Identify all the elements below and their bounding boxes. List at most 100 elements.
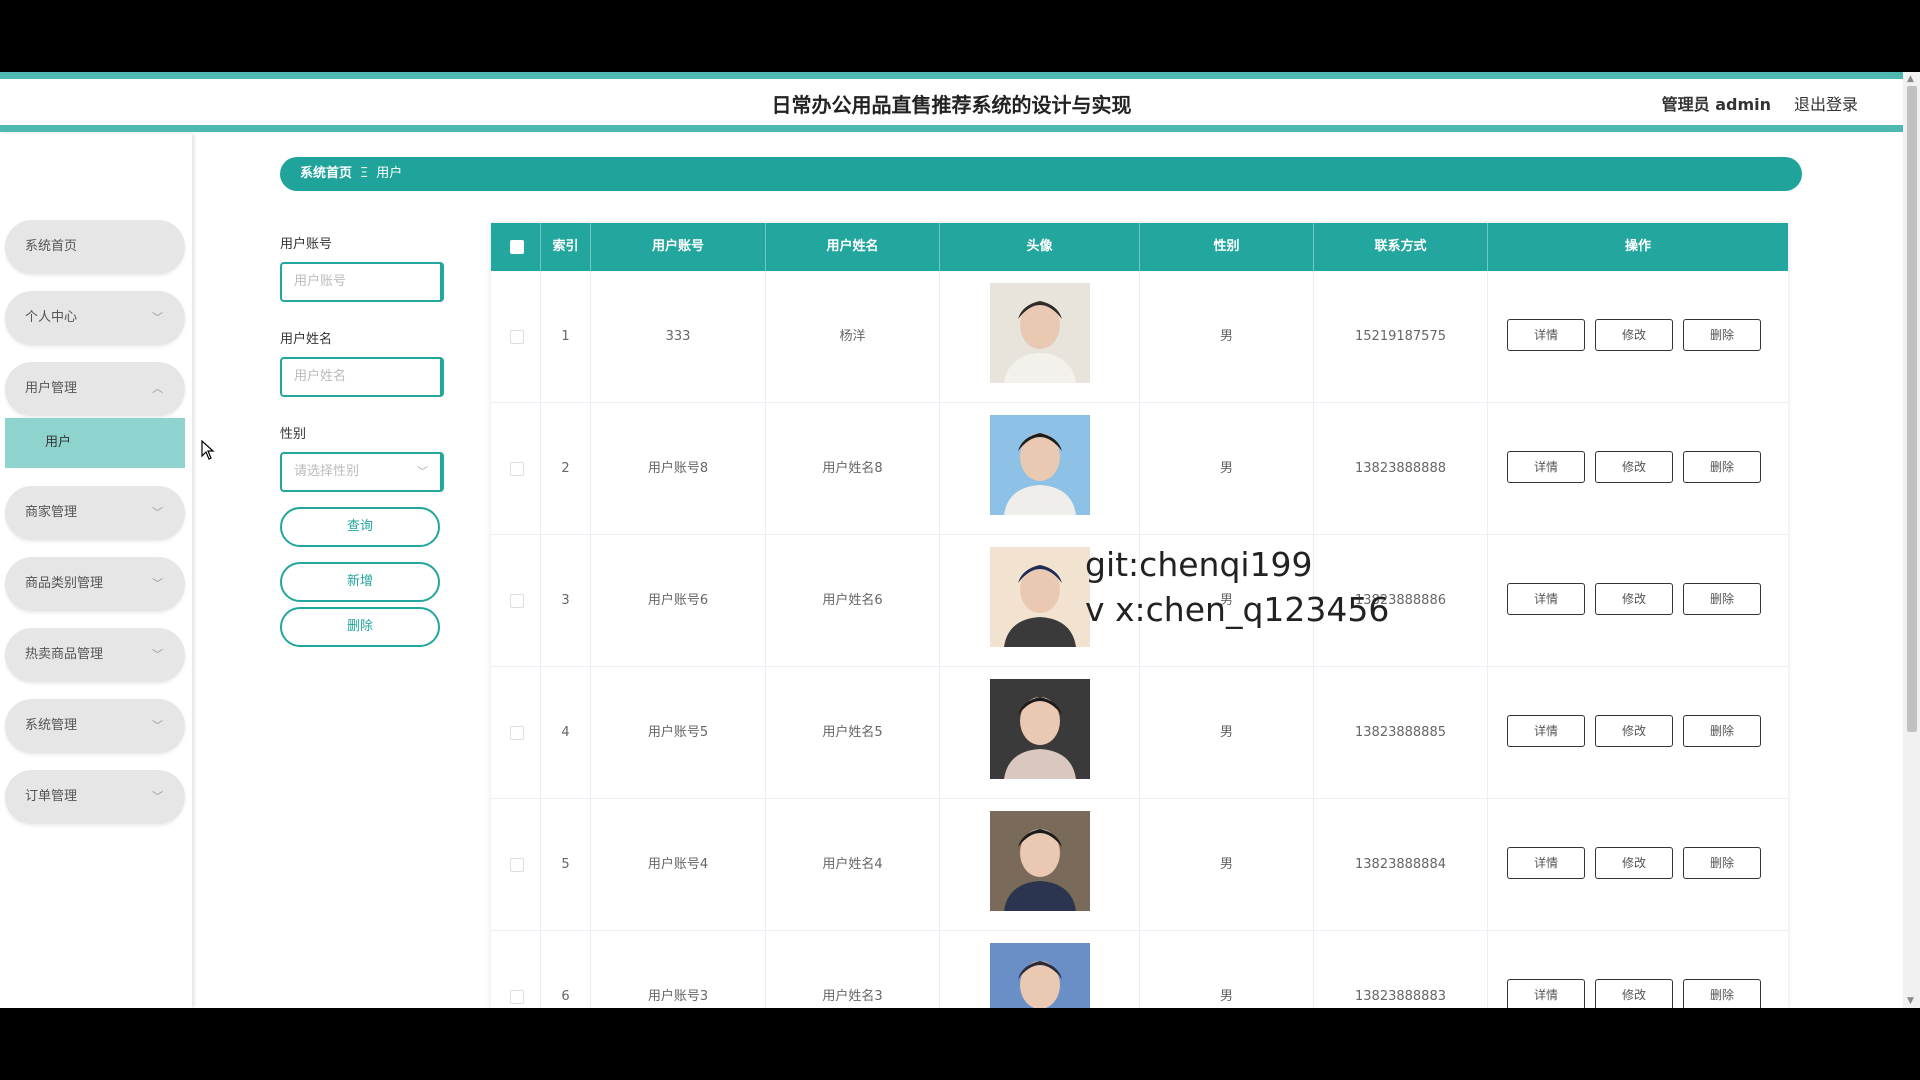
chevron-down-icon: ﹀ bbox=[152, 577, 163, 590]
cell-index: 1 bbox=[541, 271, 591, 403]
column-header-actions: 操作 bbox=[1624, 239, 1651, 254]
watermark-line: git:chenqi199 bbox=[1085, 545, 1313, 584]
delete-button[interactable]: 删除 bbox=[1683, 715, 1761, 747]
sidebar-item-label: 订单管理 bbox=[25, 789, 78, 804]
delete-button[interactable]: 删除 bbox=[1683, 979, 1761, 1008]
name-filter-input[interactable]: 用户姓名 bbox=[280, 357, 444, 397]
row-checkbox[interactable] bbox=[510, 462, 524, 476]
cell-account: 333 bbox=[591, 271, 766, 403]
chevron-down-icon: ﹀ bbox=[417, 465, 428, 478]
avatar[interactable] bbox=[989, 547, 1090, 647]
detail-button[interactable]: 详情 bbox=[1507, 451, 1585, 483]
account-filter-input[interactable]: 用户账号 bbox=[280, 262, 444, 302]
add-button[interactable]: 新增 bbox=[280, 562, 440, 602]
row-checkbox[interactable] bbox=[510, 594, 524, 608]
sidebar-item-hot-products[interactable]: 热卖商品管理 ﹀ bbox=[5, 628, 185, 682]
column-header-avatar: 头像 bbox=[940, 223, 1140, 271]
scrollbar-thumb[interactable] bbox=[1907, 86, 1917, 732]
gender-filter-placeholder: 请选择性别 bbox=[294, 464, 360, 479]
admin-user-label: 管理员 admin bbox=[1661, 95, 1771, 114]
table-row: 2 用户账号8 用户姓名8 男 13823888888 详情 修改 删除 bbox=[491, 403, 1788, 535]
row-checkbox[interactable] bbox=[510, 990, 524, 1004]
detail-button[interactable]: 详情 bbox=[1507, 979, 1585, 1008]
row-select-cell bbox=[491, 667, 541, 799]
edit-button[interactable]: 修改 bbox=[1595, 715, 1673, 747]
cell-index: 2 bbox=[541, 403, 591, 535]
delete-button[interactable]: 删除 bbox=[1683, 847, 1761, 879]
delete-button[interactable]: 删除 bbox=[1683, 319, 1761, 351]
sidebar-item-merchant-management[interactable]: 商家管理 ﹀ bbox=[5, 486, 185, 540]
chevron-down-icon: ﹀ bbox=[152, 311, 163, 324]
cell-actions: 详情 修改 删除 bbox=[1488, 535, 1788, 667]
chevron-down-icon: ﹀ bbox=[152, 506, 163, 519]
query-button[interactable]: 查询 bbox=[280, 507, 440, 547]
row-checkbox[interactable] bbox=[510, 330, 524, 344]
scroll-down-arrow-icon[interactable]: ▼ bbox=[1907, 996, 1914, 1006]
logout-link[interactable]: 退出登录 bbox=[1794, 91, 1858, 115]
account-filter-placeholder: 用户账号 bbox=[294, 274, 347, 289]
select-all-cell bbox=[491, 223, 541, 271]
cell-index: 4 bbox=[541, 667, 591, 799]
column-header-index: 索引 bbox=[541, 223, 591, 271]
cell-account: 用户账号3 bbox=[591, 931, 766, 1008]
scroll-up-arrow-icon[interactable]: ▲ bbox=[1907, 74, 1914, 84]
cell-phone: 13823888888 bbox=[1314, 403, 1488, 535]
avatar[interactable] bbox=[989, 943, 1090, 1008]
sidebar-item-label: 热卖商品管理 bbox=[25, 647, 104, 662]
cell-index: 6 bbox=[541, 931, 591, 1008]
row-select-cell bbox=[491, 403, 541, 535]
sidebar-item-category-management[interactable]: 商品类别管理 ﹀ bbox=[5, 557, 185, 611]
sidebar-item-user-management[interactable]: 用户管理 ︿ bbox=[5, 362, 185, 416]
column-header-account: 用户账号 bbox=[591, 223, 766, 271]
cell-gender: 男 bbox=[1140, 799, 1314, 931]
delete-button[interactable]: 删除 bbox=[1683, 583, 1761, 615]
row-checkbox[interactable] bbox=[510, 726, 524, 740]
detail-button[interactable]: 详情 bbox=[1507, 319, 1585, 351]
edit-button[interactable]: 修改 bbox=[1595, 319, 1673, 351]
sidebar-item-label: 系统管理 bbox=[25, 718, 78, 733]
sidebar-item-home[interactable]: 系统首页 bbox=[5, 220, 185, 274]
select-all-checkbox[interactable] bbox=[510, 240, 524, 254]
avatar[interactable] bbox=[989, 811, 1090, 911]
row-checkbox[interactable] bbox=[510, 858, 524, 872]
gender-filter-label: 性别 bbox=[280, 427, 307, 442]
name-filter-placeholder: 用户姓名 bbox=[294, 369, 347, 384]
chevron-up-icon: ︿ bbox=[152, 382, 163, 395]
row-select-cell bbox=[491, 799, 541, 931]
detail-button[interactable]: 详情 bbox=[1507, 715, 1585, 747]
avatar[interactable] bbox=[989, 283, 1090, 383]
edit-button[interactable]: 修改 bbox=[1595, 583, 1673, 615]
bulk-delete-button[interactable]: 删除 bbox=[280, 607, 440, 647]
sidebar-subitem-user[interactable]: 用户 bbox=[5, 418, 185, 468]
delete-button[interactable]: 删除 bbox=[1683, 451, 1761, 483]
chevron-down-icon: ﹀ bbox=[152, 719, 163, 732]
cell-avatar bbox=[940, 667, 1140, 799]
detail-button[interactable]: 详情 bbox=[1507, 847, 1585, 879]
app-title: 日常办公用品直售推荐系统的设计与实现 bbox=[771, 93, 1132, 117]
avatar[interactable] bbox=[989, 415, 1090, 515]
sidebar-item-system-management[interactable]: 系统管理 ﹀ bbox=[5, 699, 185, 753]
cell-gender: 男 bbox=[1140, 931, 1314, 1008]
cell-name: 用户姓名4 bbox=[766, 799, 940, 931]
sidebar-item-label: 用户管理 bbox=[25, 381, 78, 396]
column-header-phone: 联系方式 bbox=[1314, 223, 1488, 271]
breadcrumb-home[interactable]: 系统首页 bbox=[300, 166, 352, 181]
chevron-down-icon: ﹀ bbox=[152, 790, 163, 803]
chevron-down-icon: ﹀ bbox=[152, 648, 163, 661]
sidebar-item-personal-center[interactable]: 个人中心 ﹀ bbox=[5, 291, 185, 345]
avatar[interactable] bbox=[989, 679, 1090, 779]
edit-button[interactable]: 修改 bbox=[1595, 451, 1673, 483]
edit-button[interactable]: 修改 bbox=[1595, 847, 1673, 879]
detail-button[interactable]: 详情 bbox=[1507, 583, 1585, 615]
cell-phone: 13823888884 bbox=[1314, 799, 1488, 931]
cell-gender: 男 bbox=[1140, 667, 1314, 799]
mouse-pointer-icon bbox=[201, 440, 215, 460]
edit-button[interactable]: 修改 bbox=[1595, 979, 1673, 1008]
row-select-cell bbox=[491, 535, 541, 667]
cell-account: 用户账号4 bbox=[591, 799, 766, 931]
sidebar-item-order-management[interactable]: 订单管理 ﹀ bbox=[5, 770, 185, 824]
watermark-line: v x:chen_q123456 bbox=[1085, 590, 1390, 629]
vertical-scrollbar[interactable]: ▲ ▼ bbox=[1903, 72, 1920, 1008]
cell-account: 用户账号8 bbox=[591, 403, 766, 535]
gender-filter-select[interactable]: 请选择性别 ﹀ bbox=[280, 452, 444, 492]
